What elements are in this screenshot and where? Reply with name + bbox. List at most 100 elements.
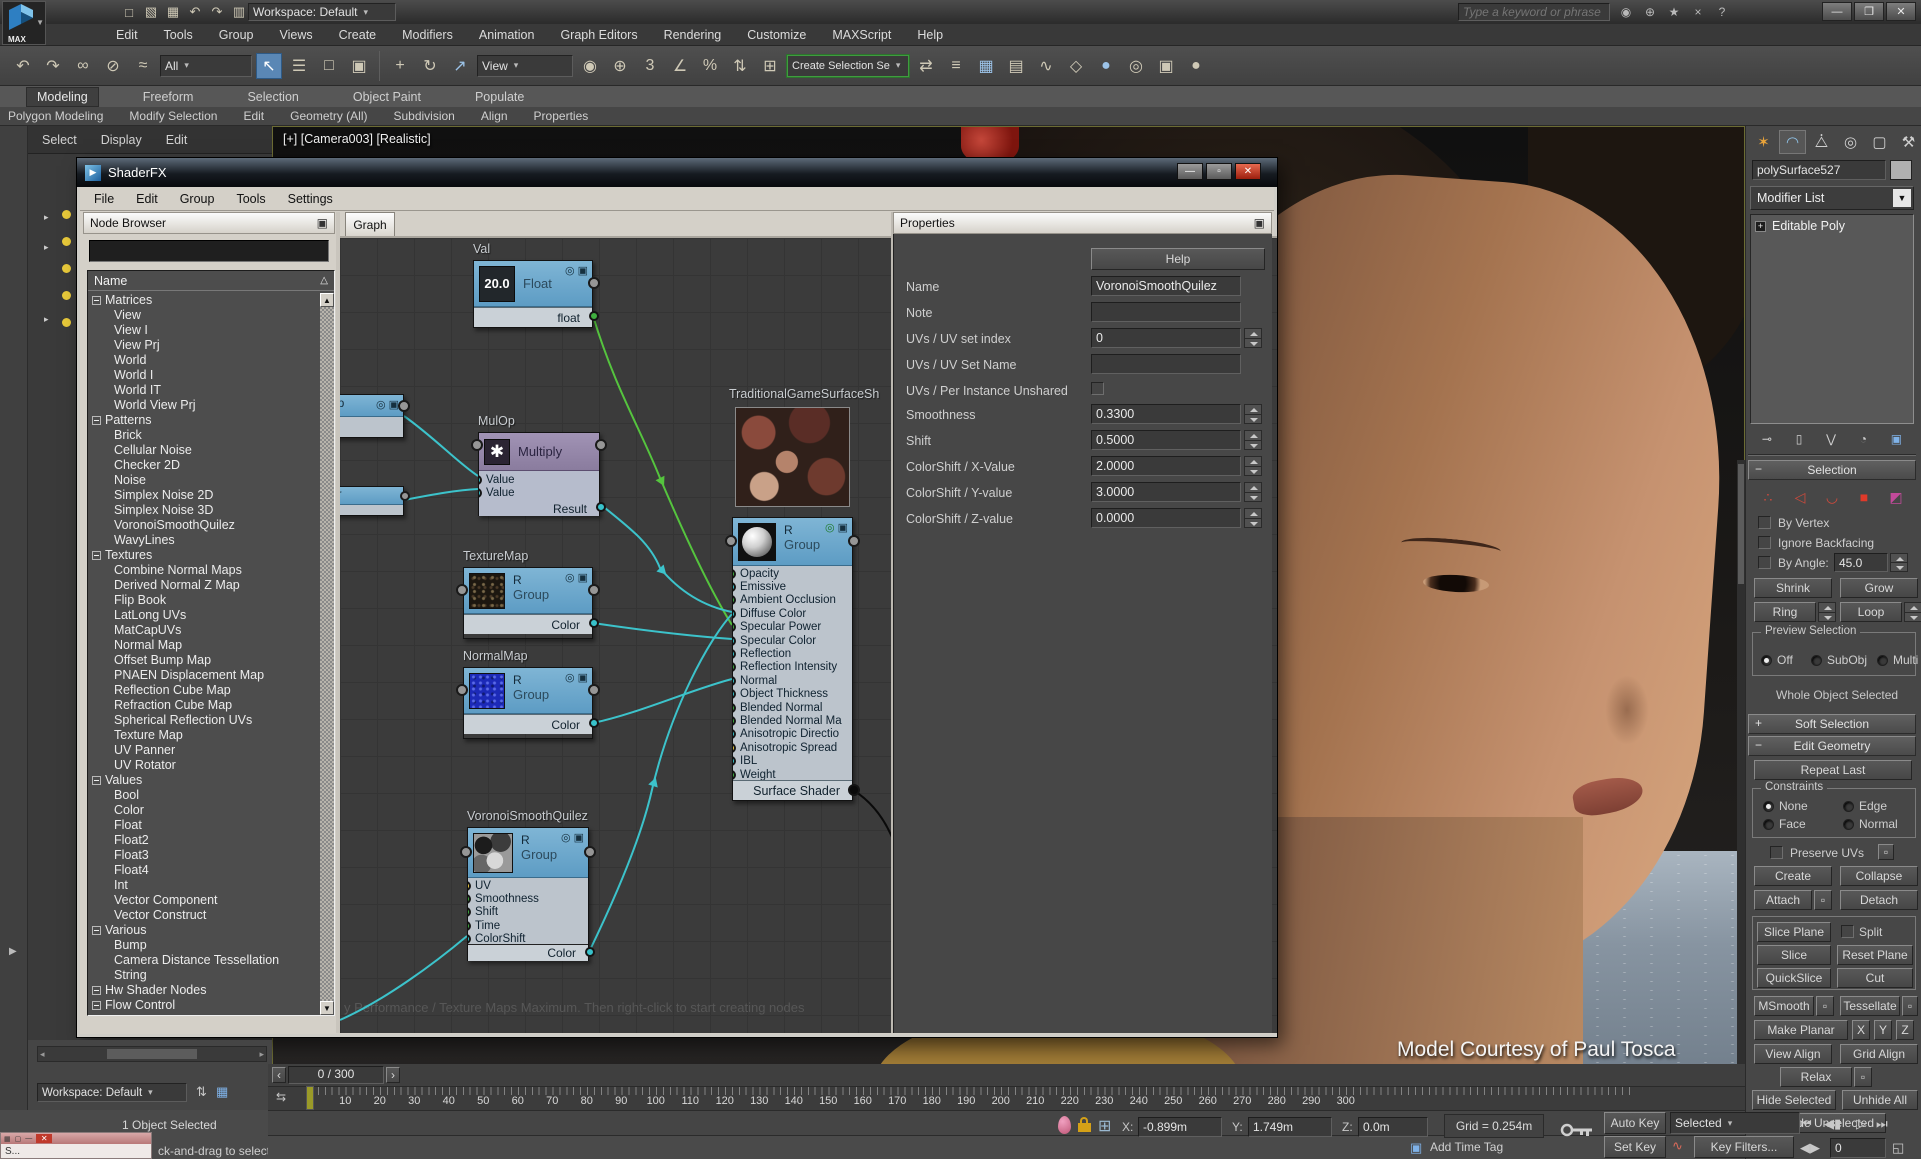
node-input-port-row[interactable]: Blended Normal [733,701,852,714]
input-port-dot[interactable] [733,676,736,686]
modifier-list-dropdown[interactable]: Modifier List ▼ [1750,186,1914,210]
tree-item[interactable]: Checker 2D [90,458,318,473]
collapse-icon[interactable] [92,926,101,935]
render-setup-icon[interactable]: ◎ [1123,53,1149,79]
detach-button[interactable]: Detach [1840,890,1918,910]
twisty-icon[interactable]: ▸ [44,314,49,325]
tree-item[interactable]: World View Prj [90,398,318,413]
shaderfx-menu-item[interactable]: Group [180,192,215,206]
explorer-menu-item[interactable]: Edit [166,133,188,147]
float-panel-icon[interactable]: ▣ [317,216,328,230]
named-selection-set-dropdown[interactable]: Create Selection Se▾ [787,55,909,77]
collapse-icon[interactable] [92,551,101,560]
node-input-port-row[interactable]: Specular Color [733,634,852,647]
make-planar-button[interactable]: Make Planar [1754,1020,1848,1040]
grow-button[interactable]: Grow [1840,578,1918,598]
collapse-icon[interactable] [92,986,101,995]
uv-set-index-spinner[interactable] [1244,328,1262,348]
transform-typein-icon[interactable]: ⊞ [1098,1116,1111,1136]
preview-off-radio[interactable] [1761,655,1772,666]
schematic-view-icon[interactable]: ◇ [1063,53,1089,79]
menu-item[interactable]: Create [339,28,377,42]
restore-button[interactable]: ❐ [1854,2,1884,21]
ribbon-panel[interactable]: Modify Selection [129,109,217,123]
scrollbar-thumb[interactable] [107,1049,197,1059]
node-search-input[interactable] [89,240,329,262]
node-input-port-row[interactable]: Specular Power [733,621,852,634]
tree-item[interactable]: Vector Construct [90,908,318,923]
input-port-dot[interactable] [733,743,736,753]
previous-key-icon[interactable]: ◀▮ [1824,1116,1841,1132]
ribbon-panel[interactable]: Polygon Modeling [8,109,103,123]
tree-item[interactable]: VoronoiSmoothQuilez [90,518,318,533]
graph-tab[interactable]: Graph [345,212,395,237]
horizontal-scrollbar[interactable]: ◂ ▸ [37,1046,267,1062]
msmooth-button[interactable]: MSmooth [1754,996,1814,1016]
tree-item[interactable]: Refraction Cube Map [90,698,318,713]
make-planar-y-button[interactable]: Y [1874,1020,1892,1040]
angle-snap-icon[interactable]: ∠ [667,53,693,79]
loop-button[interactable]: Loop [1840,602,1902,622]
node-connector[interactable] [398,400,410,412]
node-input-port-row[interactable]: Diffuse Color [733,607,852,620]
shrink-button[interactable]: Shrink [1754,578,1832,598]
tree-item[interactable]: Camera Distance Tessellation [90,953,318,968]
slice-plane-button[interactable]: Slice Plane [1757,922,1831,942]
make-planar-z-button[interactable]: Z [1896,1020,1914,1040]
go-to-end-icon[interactable]: ⏭ [1876,1116,1888,1132]
undo-scene-icon[interactable]: ↶ [186,3,204,21]
grid-align-button[interactable]: Grid Align [1840,1044,1918,1064]
by-angle-field[interactable] [1834,553,1888,572]
ribbon-tab[interactable]: Modeling [26,87,99,107]
tree-item[interactable]: Int [90,878,318,893]
msmooth-settings-button[interactable]: ▫ [1816,996,1834,1016]
node-connector[interactable] [456,684,468,696]
node-connector[interactable] [595,439,607,451]
tree-item[interactable]: Vector Component [90,893,318,908]
tree-item[interactable]: Values [90,773,318,788]
tree-item[interactable]: Float3 [90,848,318,863]
node-connector[interactable] [725,535,737,547]
shaderfx-menu-item[interactable]: File [94,192,114,206]
ring-button[interactable]: Ring [1754,602,1816,622]
make-planar-x-button[interactable]: X [1852,1020,1870,1040]
scroll-left-icon[interactable]: ◂ [40,1049,45,1060]
y-coord-field[interactable] [1248,1117,1332,1137]
ribbon-tab[interactable]: Populate [465,88,534,106]
rectangular-selection-region-icon[interactable]: □ [316,53,342,79]
by-vertex-checkbox[interactable] [1758,516,1771,529]
tree-item[interactable]: Float [90,818,318,833]
window-menu-icon[interactable]: ▦ [4,1135,11,1143]
open-file-icon[interactable]: ▧ [142,3,160,21]
input-port-dot[interactable] [468,881,471,891]
node-connector[interactable] [460,846,472,858]
node-browser-header[interactable]: Node Browser ▣ [83,212,335,234]
panel-scrollbar[interactable] [1737,460,1745,1136]
maximize-viewport-icon[interactable]: ◱ [1892,1140,1904,1156]
float-value-box[interactable]: 20.0 [479,266,515,302]
soft-selection-rollout-header[interactable]: +Soft Selection [1748,714,1916,734]
clipped-group-node[interactable]: up◎▣ [340,394,404,438]
menu-item[interactable]: MAXScript [832,28,891,42]
note-field[interactable] [1091,302,1241,322]
node-input-port-row[interactable]: Reflection Intensity [733,661,852,674]
light-object-icon[interactable] [62,291,71,300]
select-and-scale-icon[interactable]: ↗ [447,53,473,79]
remove-modifier-icon[interactable]: ◔ [1860,432,1867,446]
rendered-frame-icon[interactable]: ▣ [1153,53,1179,79]
split-checkbox[interactable] [1841,925,1854,938]
selection-filter-dropdown[interactable]: All▾ [160,55,252,77]
hierarchy-tab-icon[interactable]: ⧊ [1808,130,1835,154]
align-icon[interactable]: ≡ [943,53,969,79]
menu-item[interactable]: Views [279,28,312,42]
tree-item[interactable]: View [90,308,318,323]
shaderfx-menu-item[interactable]: Tools [236,192,265,206]
quickslice-button[interactable]: QuickSlice [1757,968,1831,988]
window-restore-icon[interactable]: ▢ [15,1135,22,1143]
input-port-dot[interactable] [733,582,736,592]
input-port-dot[interactable] [733,636,736,646]
menu-item[interactable]: Edit [116,28,138,42]
z-coord-field[interactable] [1358,1117,1428,1137]
shift-spinner[interactable] [1244,430,1262,450]
tree-item[interactable]: Various [90,923,318,938]
